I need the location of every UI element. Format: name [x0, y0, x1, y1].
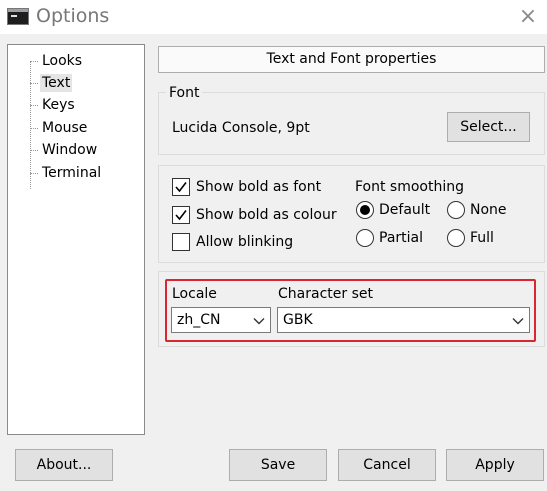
terminal-icon [7, 8, 29, 25]
close-icon[interactable]: × [515, 4, 541, 30]
tree-item-label: Terminal [42, 165, 102, 181]
tree-item-label: Window [42, 142, 98, 158]
save-button[interactable]: Save [229, 449, 327, 481]
tree-item-keys[interactable]: Keys [30, 94, 140, 116]
smoothing-partial-radio[interactable] [356, 229, 374, 247]
tree-branch [30, 128, 38, 129]
tree-item-window[interactable]: Window [30, 139, 140, 161]
smoothing-default-label: Default [379, 202, 431, 218]
font-group-label: Font [166, 85, 203, 101]
panel-title: Text and Font properties [158, 46, 545, 73]
tree-branch [30, 105, 38, 106]
category-tree: Looks Text Keys Mouse Window Terminal [7, 44, 145, 435]
show-bold-colour-label: Show bold as colour [196, 207, 337, 223]
tree-item-looks[interactable]: Looks [30, 50, 140, 72]
check-icon [175, 210, 187, 221]
check-icon [175, 182, 187, 193]
tree-item-label: Keys [42, 97, 75, 113]
tree-item-label: Text [40, 74, 73, 92]
allow-blinking-checkbox[interactable] [172, 233, 190, 251]
current-font: Lucida Console, 9pt [172, 120, 310, 136]
tree-item-text[interactable]: Text [30, 72, 140, 94]
tree-item-label: Looks [42, 53, 83, 69]
tree-item-label: Mouse [42, 120, 88, 136]
tree-item-terminal[interactable]: Terminal [30, 162, 140, 184]
apply-button[interactable]: Apply [446, 449, 544, 481]
show-bold-font-label: Show bold as font [196, 179, 322, 195]
select-font-button[interactable]: Select... [447, 112, 530, 142]
cancel-button[interactable]: Cancel [338, 449, 436, 481]
radio-selected-dot [360, 205, 370, 215]
smoothing-full-radio[interactable] [447, 229, 465, 247]
tree-branch [30, 150, 38, 151]
about-button[interactable]: About... [15, 449, 113, 481]
font-smoothing-label: Font smoothing [355, 179, 465, 195]
smoothing-partial-label: Partial [379, 230, 423, 246]
allow-blinking-label: Allow blinking [196, 234, 294, 250]
tree-branch [30, 61, 38, 62]
tree-branch [30, 83, 38, 84]
tree-item-mouse[interactable]: Mouse [30, 117, 140, 139]
smoothing-none-label: None [470, 202, 507, 218]
smoothing-full-label: Full [470, 230, 494, 246]
smoothing-default-radio[interactable] [356, 201, 374, 219]
show-bold-font-checkbox[interactable] [172, 178, 190, 196]
highlight-box [165, 279, 536, 342]
tree-branch [30, 173, 38, 174]
show-bold-colour-checkbox[interactable] [172, 206, 190, 224]
smoothing-none-radio[interactable] [447, 201, 465, 219]
title-bar: Options × [0, 0, 547, 34]
window-title: Options [36, 5, 110, 27]
